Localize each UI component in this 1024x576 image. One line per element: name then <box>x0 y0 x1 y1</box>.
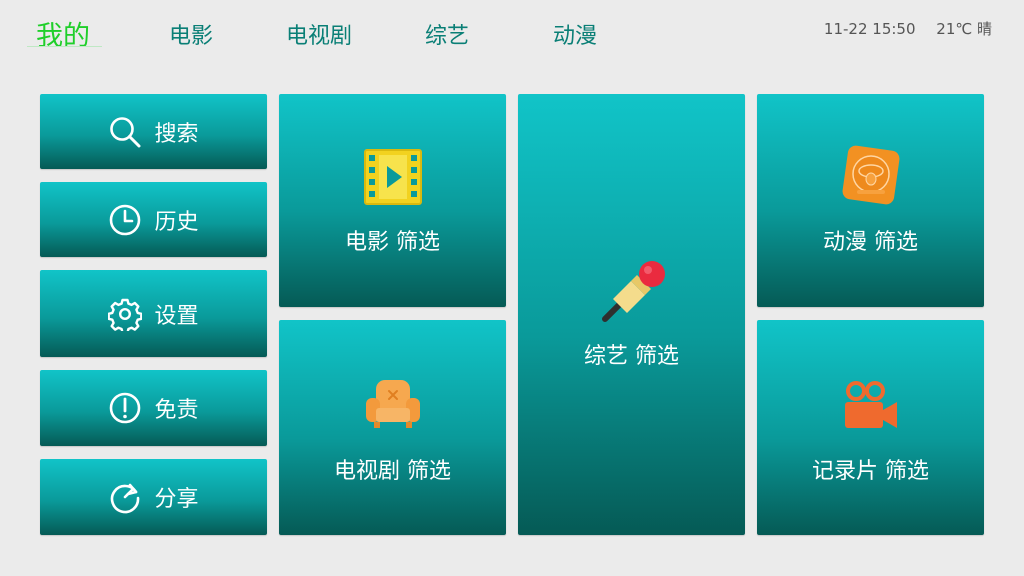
documentary-filter-label: 记录片 筛选 <box>812 459 929 484</box>
tab-anime[interactable]: 动漫 <box>553 18 597 50</box>
tab-tv-series[interactable]: 电视剧 <box>286 18 352 50</box>
tab-mine[interactable]: 我的 <box>36 14 90 53</box>
variety-filter-tile[interactable]: 综艺 筛选 <box>518 94 745 535</box>
variety-filter-label: 综艺 筛选 <box>584 344 679 369</box>
disclaimer-label: 免责 <box>154 398 199 423</box>
film-icon <box>363 149 422 205</box>
anime-filter-tile[interactable]: 动漫 筛选 <box>757 94 984 307</box>
search-icon <box>110 116 141 147</box>
movie-filter-tile[interactable]: 电影 筛选 <box>279 94 506 307</box>
tv-filter-tile[interactable]: 电视剧 筛选 <box>279 320 506 535</box>
search-label: 搜索 <box>154 121 199 147</box>
share-icon <box>111 483 140 514</box>
tab-movie[interactable]: 电影 <box>169 18 213 50</box>
search-button[interactable]: 搜索 <box>40 94 267 169</box>
video-camera-icon <box>844 381 897 428</box>
tab-variety[interactable]: 综艺 <box>425 18 469 50</box>
status-bar: 11-22 15:50 21℃ 晴 <box>824 18 992 39</box>
weather-text: 21℃ 晴 <box>936 20 992 38</box>
history-label: 历史 <box>154 209 199 235</box>
tv-filter-label: 电视剧 筛选 <box>334 459 451 484</box>
documentary-filter-tile[interactable]: 记录片 筛选 <box>757 320 984 535</box>
settings-button[interactable]: 设置 <box>40 270 267 357</box>
disclaimer-button[interactable]: 免责 <box>40 370 267 446</box>
gear-icon <box>108 298 143 331</box>
top-nav: 我的 电影 电视剧 综艺 动漫 11-22 15:50 21℃ 晴 <box>0 0 1024 70</box>
clock-icon <box>110 204 141 235</box>
active-tab-underline <box>27 46 102 47</box>
settings-label: 设置 <box>154 303 199 329</box>
anime-filter-label: 动漫 筛选 <box>823 230 918 255</box>
share-button[interactable]: 分享 <box>40 459 267 535</box>
exclamation-icon <box>110 392 141 424</box>
datetime-text: 11-22 15:50 <box>823 20 916 38</box>
anime-badge-icon <box>842 145 899 205</box>
microphone-icon <box>601 261 665 322</box>
sofa-icon <box>365 380 420 428</box>
history-button[interactable]: 历史 <box>40 182 267 257</box>
share-label: 分享 <box>154 487 199 512</box>
movie-filter-label: 电影 筛选 <box>345 230 440 255</box>
